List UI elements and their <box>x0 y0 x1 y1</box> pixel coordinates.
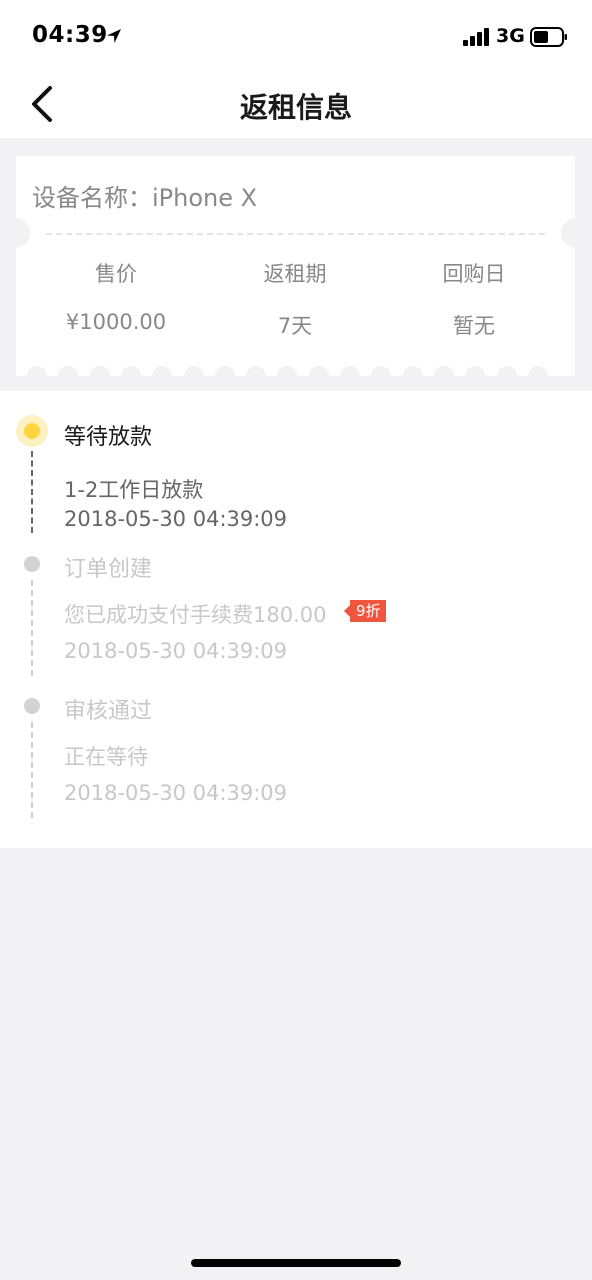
ticket-scallop-edge <box>16 366 575 386</box>
timeline-timestamp: 2018-05-30 04:39:09 <box>64 781 288 805</box>
ticket-scallop <box>27 366 47 386</box>
ticket-scallop <box>246 366 267 386</box>
home-indicator[interactable] <box>191 1259 401 1267</box>
cellular-signal-icon <box>463 28 489 46</box>
ticket-scallop <box>277 366 298 386</box>
timeline-title: 订单创建 <box>64 557 153 582</box>
ticket-scallop <box>214 366 235 386</box>
timeline-description: 正在等待 <box>64 745 148 769</box>
ticket-scallop <box>308 366 329 386</box>
ticket-scallop <box>371 366 392 386</box>
timeline-timestamp: 2018-05-30 04:39:09 <box>64 507 288 531</box>
discount-badge: 9折 <box>344 600 386 622</box>
ticket-scallop <box>465 366 486 386</box>
timeline-timestamp: 2018-05-30 04:39:09 <box>64 639 288 663</box>
timeline-connector <box>31 722 33 818</box>
ticket-divider <box>46 233 545 235</box>
location-arrow-icon <box>107 29 121 43</box>
ticket-scallop <box>433 366 454 386</box>
price-label: 售价 <box>95 262 137 286</box>
status-bar: 04:39 3G <box>0 0 592 72</box>
timeline-active-dot-icon <box>16 415 48 447</box>
ticket-scallop <box>89 366 110 386</box>
timeline-dot-icon <box>24 698 40 714</box>
network-type: 3G <box>496 25 525 47</box>
device-info-card: 设备名称：iPhone X 售价 ¥1000.00 返租期 7天 回购日 暂无 <box>0 156 591 386</box>
page-title: 返租信息 <box>239 91 352 124</box>
rental-period-label: 返租期 <box>263 262 327 286</box>
ticket-scallop <box>527 366 548 386</box>
ticket-scallop <box>496 366 517 386</box>
price-column: 售价 ¥1000.00 <box>23 258 209 334</box>
ticket-scallop <box>340 366 360 386</box>
timeline-title: 等待放款 <box>64 425 153 450</box>
price-value: ¥1000.00 <box>65 310 167 334</box>
device-name-row: 设备名称：iPhone X <box>32 178 257 213</box>
ticket-scallop <box>152 366 173 386</box>
timeline-dot-icon <box>24 556 40 572</box>
buyback-date-label: 回购日 <box>442 262 506 286</box>
battery-icon <box>530 27 567 47</box>
timeline-description: 您已成功支付手续费180.00 <box>64 603 327 627</box>
buyback-date-column: 回购日 暂无 <box>381 258 567 340</box>
device-name-value: iPhone X <box>152 184 258 212</box>
timeline-connector <box>31 451 33 533</box>
ticket-scallop <box>120 366 141 386</box>
timeline-title: 审核通过 <box>64 699 153 724</box>
navigation-bar: 返租信息 <box>0 72 592 138</box>
timeline-description: 1-2工作日放款 <box>64 478 204 502</box>
device-name-label: 设备名称： <box>32 184 152 212</box>
ticket-notch-left <box>0 218 30 248</box>
buyback-date-value: 暂无 <box>453 314 495 338</box>
ticket-notch-right <box>561 218 591 248</box>
rental-period-column: 返租期 7天 <box>202 258 388 340</box>
ticket-scallop <box>58 366 79 386</box>
ticket-scallop <box>183 366 204 386</box>
ticket-scallop <box>402 366 423 386</box>
timeline-connector <box>31 580 33 676</box>
status-time: 04:39 <box>32 22 108 48</box>
rental-period-value: 7天 <box>277 314 313 338</box>
